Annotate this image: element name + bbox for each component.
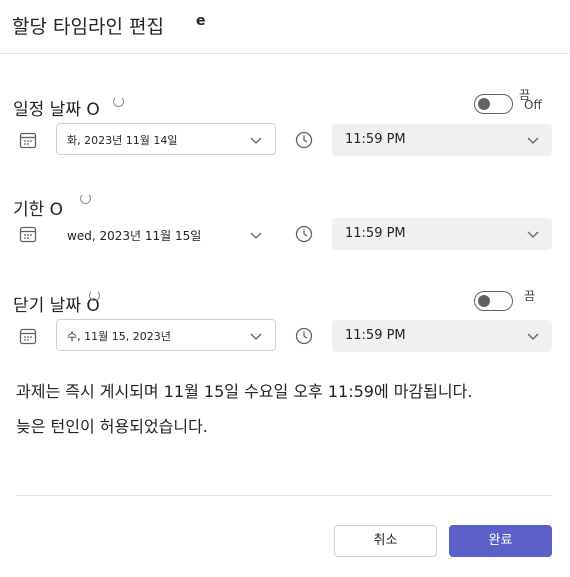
schedule-date-picker[interactable]: 화, 2023년 11월 14일 [56,123,276,155]
toggle-knob [478,294,490,307]
schedule-toggle[interactable] [474,94,513,114]
cancel-button[interactable]: 취소 [334,525,437,557]
schedule-time-value: 11:59 PM [345,132,406,147]
assignment-summary-text: 과제는 즉시 게시되며 11월 15일 수요일 오후 11:59에 마감됩니다. [16,382,473,401]
calendar-icon [19,328,37,345]
schedule-date-label: 일정 날짜 O [13,100,100,120]
late-turn-in-text: 늦은 턴인이 허용되었습니다. [16,417,208,436]
dialog-title: 할당 타임라인 편집 [12,16,164,38]
chevron-down-icon [250,333,262,340]
dialog-header: 할당 타임라인 편집 e [0,0,570,54]
chevron-down-icon [250,232,262,239]
schedule-toggle-off-label: Off [524,98,542,112]
clock-icon [295,327,313,345]
due-date-value: wed, 2023년 11월 15일 [67,229,202,243]
due-time-picker[interactable]: 11:59 PM [332,218,552,250]
chevron-down-icon [250,137,262,144]
due-time-value: 11:59 PM [345,226,406,241]
due-date-label: 기한 O [13,200,64,220]
dialog-title-suffix: e [196,13,206,29]
due-date-picker[interactable]: wed, 2023년 11월 15일 [56,218,276,250]
calendar-icon [19,132,37,149]
close-toggle-state-label: 끔 [524,289,536,303]
clock-icon [295,131,313,149]
footer-divider [16,495,552,496]
chevron-down-icon [527,333,539,340]
close-date-label: 닫기 날짜 O [13,296,100,316]
close-time-value: 11:59 PM [345,328,406,343]
loading-spinner-icon [113,96,124,107]
close-toggle[interactable] [474,291,513,311]
close-date-value: 수, 11월 15, 2023년 [67,330,171,343]
done-button[interactable]: 완료 [449,525,552,557]
schedule-date-value: 화, 2023년 11월 14일 [67,134,178,147]
chevron-down-icon [527,137,539,144]
chevron-down-icon [527,231,539,238]
calendar-icon [19,226,37,243]
toggle-knob [478,97,490,110]
loading-spinner-icon [89,290,100,301]
close-time-picker[interactable]: 11:59 PM [332,320,552,352]
clock-icon [295,225,313,243]
loading-spinner-icon [80,193,91,204]
close-date-picker[interactable]: 수, 11월 15, 2023년 [56,319,276,351]
schedule-time-picker[interactable]: 11:59 PM [332,124,552,156]
